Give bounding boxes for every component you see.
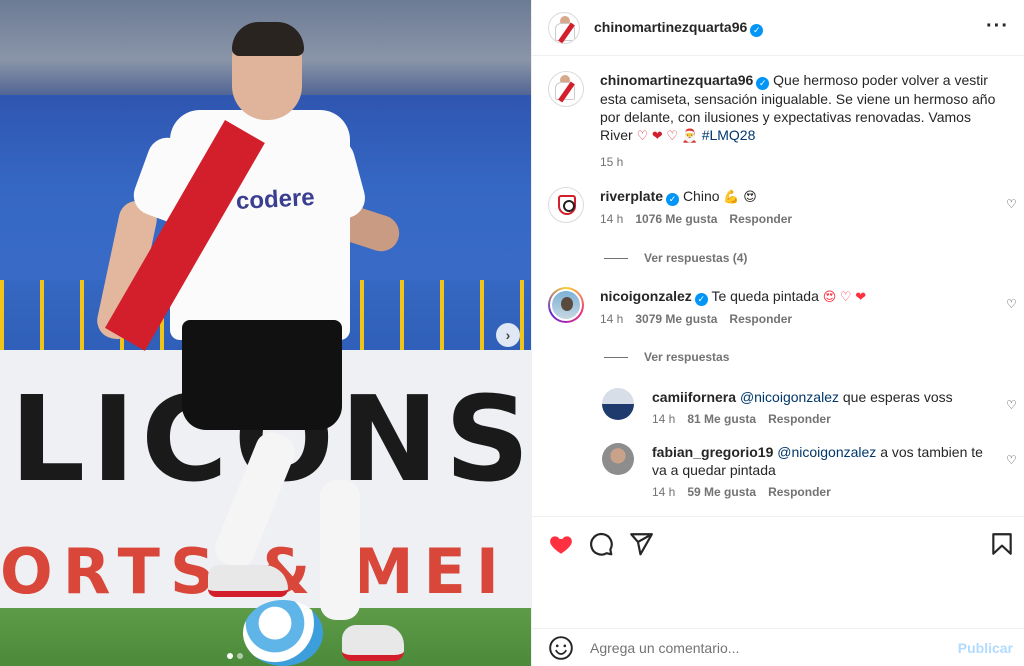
reply-item: fabian_gregorio19 @nicoigonzalez a vos t… (602, 443, 1018, 499)
replier-username[interactable]: fabian_gregorio19 (652, 444, 773, 460)
reply-meta: 14 h 81 Me gusta Responder (652, 412, 992, 426)
author-username[interactable]: chinomartinezquarta96 (594, 19, 747, 35)
reply-mention[interactable]: @nicoigonzalez (777, 444, 876, 460)
comment-time[interactable]: 14 h (600, 212, 623, 226)
comment-like-heart-icon[interactable]: ♡ (1006, 297, 1018, 311)
view-replies-button[interactable]: Ver respuestas (4) (604, 251, 747, 265)
comment-text-line: nicoigonzalez ✓ Te queda pintada 😍 ♡ ❤ (600, 287, 980, 306)
comment-meta: 14 h 1076 Me gusta Responder (600, 212, 980, 226)
reply-like-heart-icon[interactable]: ♡ (1006, 453, 1018, 467)
comment-text: Te queda pintada (711, 288, 819, 304)
publish-button[interactable]: Publicar (958, 640, 1013, 656)
caption-username[interactable]: chinomartinezquarta96 (600, 72, 753, 88)
caption-author-avatar[interactable] (548, 71, 584, 107)
author-username-wrap: chinomartinezquarta96 ✓ (594, 19, 764, 37)
player-hair (232, 22, 304, 56)
comment-emojis: 💪 😍 (723, 189, 757, 204)
reply-time[interactable]: 14 h (652, 412, 675, 426)
share-send-icon[interactable] (628, 531, 654, 557)
comment-like-heart-icon[interactable]: ♡ (1006, 197, 1018, 211)
view-replies-button[interactable]: Ver respuestas (604, 350, 729, 364)
like-heart-icon[interactable] (548, 531, 574, 557)
reply-body: fabian_gregorio19 @nicoigonzalez a vos t… (652, 443, 992, 499)
replier-avatar[interactable] (602, 443, 634, 475)
comment-likes[interactable]: 1076 Me gusta (635, 212, 717, 226)
reply-body: camiifornera @nicoigonzalez que esperas … (652, 388, 992, 426)
replier-avatar[interactable] (602, 388, 634, 420)
caption-body: chinomartinezquarta96 ✓ Que hermoso poder… (600, 71, 1000, 171)
reply-reply-button[interactable]: Responder (768, 485, 831, 499)
shirt-sponsor: codere (235, 183, 316, 216)
commenter-username[interactable]: riverplate (600, 188, 663, 204)
comment-time[interactable]: 14 h (600, 312, 623, 326)
reply-item: camiifornera @nicoigonzalez que esperas … (602, 388, 1018, 426)
reply-text-line: fabian_gregorio19 @nicoigonzalez a vos t… (652, 443, 992, 479)
reply-likes[interactable]: 81 Me gusta (687, 412, 756, 426)
player-boot-left (208, 565, 288, 597)
replier-username[interactable]: camiifornera (652, 389, 736, 405)
comment-composer: Publicar (532, 628, 1024, 666)
carousel-dot (237, 653, 243, 659)
more-options-icon[interactable]: ··· (986, 15, 1009, 38)
verified-badge-icon: ✓ (694, 293, 708, 306)
replies-divider-line (604, 356, 628, 358)
emoji-smile-icon[interactable] (548, 635, 574, 661)
caption-hashtag[interactable]: #LMQ28 (702, 127, 756, 143)
river-shield-icon (558, 195, 576, 215)
view-replies-label: Ver respuestas (4) (644, 251, 748, 265)
post-caption: chinomartinezquarta96 ✓ Que hermoso poder… (548, 71, 1008, 171)
comment-likes[interactable]: 3079 Me gusta (635, 312, 717, 326)
comments-scroll[interactable]: chinomartinezquarta96 ✓ Que hermoso poder… (532, 57, 1024, 515)
comment-emojis: 😍 ♡ ❤ (822, 289, 867, 304)
player-shorts (182, 320, 342, 430)
reply-text-line: camiifornera @nicoigonzalez que esperas … (652, 388, 992, 406)
carousel-dots (227, 653, 243, 659)
post-photo[interactable]: LICONS ORTS & MEI codere › (0, 0, 531, 666)
player-leg-right (320, 480, 360, 620)
verified-badge-icon: ✓ (756, 77, 770, 90)
post-header: chinomartinezquarta96 ✓ ··· (532, 0, 1024, 56)
avatar-photo (550, 289, 582, 321)
comment-reply-button[interactable]: Responder (729, 312, 792, 326)
comment-text-line: riverplate ✓ Chino 💪 😍 (600, 187, 980, 206)
commenter-avatar[interactable] (548, 187, 584, 223)
carousel-dot (227, 653, 233, 659)
comment-body: nicoigonzalez ✓ Te queda pintada 😍 ♡ ❤ 14… (600, 287, 980, 326)
comment-input[interactable] (590, 639, 930, 656)
commenter-avatar[interactable] (548, 287, 584, 323)
reply-mention[interactable]: @nicoigonzalez (740, 389, 839, 405)
reply-time[interactable]: 14 h (652, 485, 675, 499)
reply-meta: 14 h 59 Me gusta Responder (652, 485, 992, 499)
caption-emojis: ♡ ❤ ♡ 🎅 (636, 128, 698, 143)
avatar-jersey (555, 82, 575, 100)
comment-reply-button[interactable]: Responder (729, 212, 792, 226)
comment-meta: 14 h 3079 Me gusta Responder (600, 312, 980, 326)
reply-like-heart-icon[interactable]: ♡ (1006, 398, 1018, 412)
comment-text: Chino (682, 188, 720, 204)
chevron-right-icon: › (505, 327, 511, 343)
post-actions (532, 516, 1024, 576)
football (243, 600, 323, 666)
reply-text: que esperas voss (842, 389, 953, 405)
post-modal: LICONS ORTS & MEI codere › (0, 0, 1024, 666)
author-avatar[interactable] (548, 11, 580, 44)
save-bookmark-icon[interactable] (989, 531, 1015, 557)
commenter-username[interactable]: nicoigonzalez (600, 288, 692, 304)
post-side-panel: chinomartinezquarta96 ✓ ··· chinomartinez… (531, 0, 1024, 666)
avatar-jersey (555, 22, 575, 41)
reply-reply-button[interactable]: Responder (768, 412, 831, 426)
view-replies-label: Ver respuestas (644, 350, 730, 364)
player-boot-right (342, 625, 404, 661)
replies-divider-line (604, 257, 628, 259)
verified-badge-icon: ✓ (666, 193, 680, 206)
carousel-next-button[interactable]: › (496, 323, 520, 347)
comment-bubble-icon[interactable] (588, 531, 614, 557)
comment-item: riverplate ✓ Chino 💪 😍 14 h 1076 Me gusta… (548, 187, 1018, 226)
comment-item: nicoigonzalez ✓ Te queda pintada 😍 ♡ ❤ 14… (548, 287, 1018, 326)
verified-badge-icon: ✓ (750, 23, 764, 37)
reply-likes[interactable]: 59 Me gusta (687, 485, 756, 499)
caption-time[interactable]: 15 h (600, 153, 1000, 171)
comment-body: riverplate ✓ Chino 💪 😍 14 h 1076 Me gusta… (600, 187, 980, 226)
